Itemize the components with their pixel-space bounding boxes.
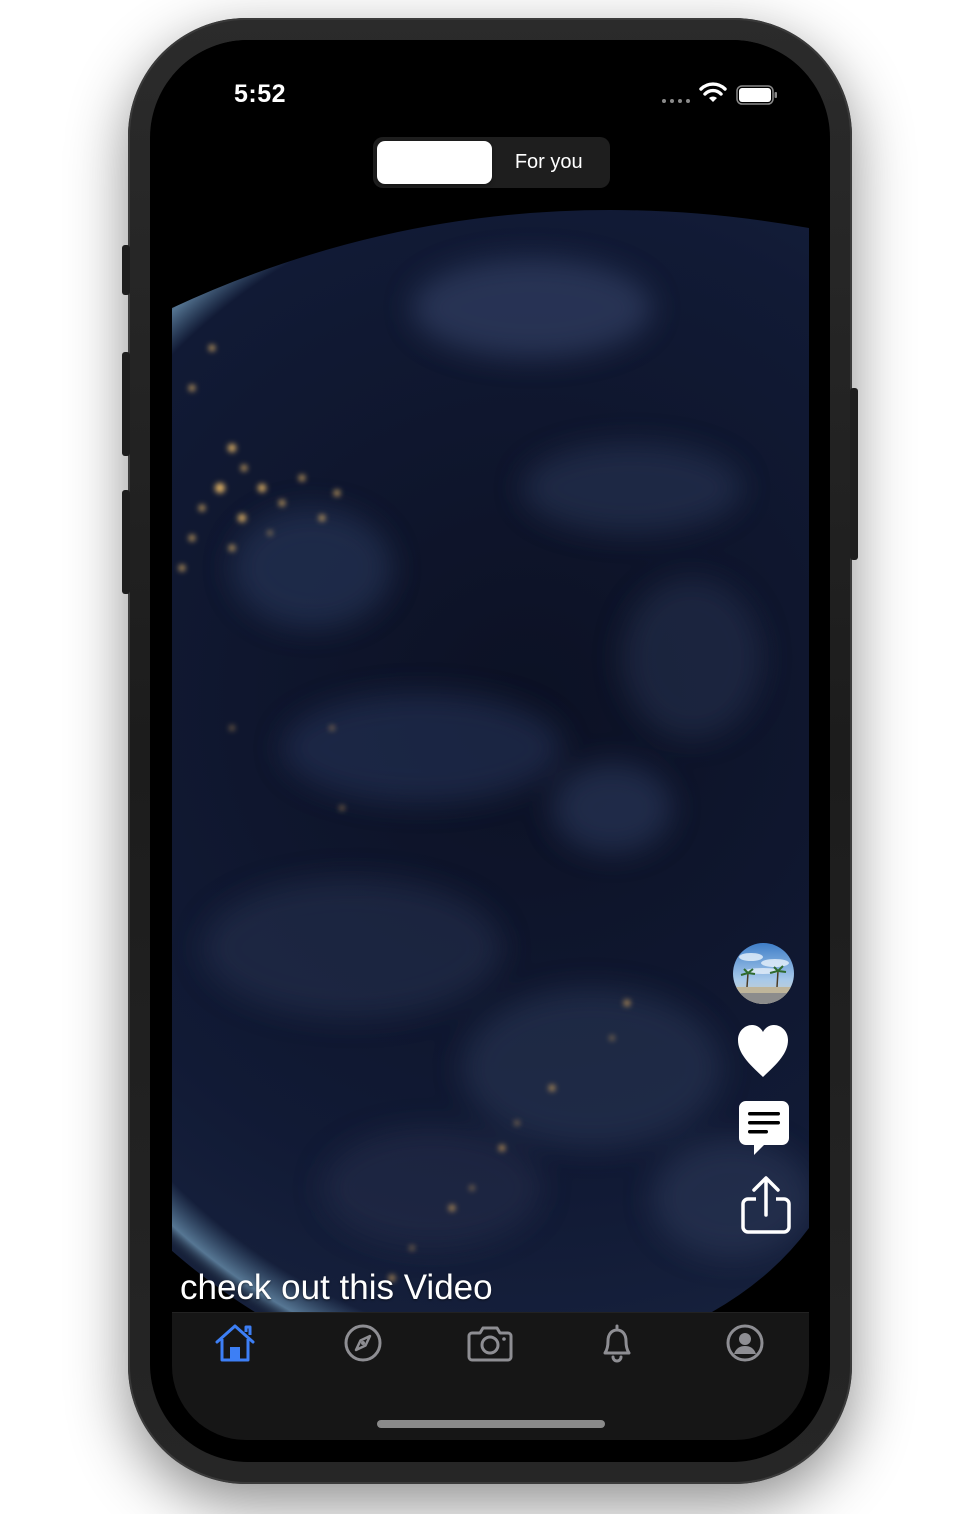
volume-down-button xyxy=(122,490,130,594)
tab-home[interactable] xyxy=(210,1321,260,1365)
video-player[interactable] xyxy=(172,188,809,1312)
video-caption: check out this Video xyxy=(180,1268,493,1307)
tab-camera[interactable] xyxy=(465,1321,515,1365)
tab-following[interactable] xyxy=(377,141,492,184)
comment-icon[interactable] xyxy=(738,1100,790,1163)
status-time: 5:52 xyxy=(234,80,287,108)
wifi-icon xyxy=(699,82,727,109)
share-icon[interactable] xyxy=(740,1175,792,1240)
camera-icon xyxy=(467,1326,513,1362)
tab-profile[interactable] xyxy=(720,1321,770,1365)
heart-icon[interactable] xyxy=(736,1023,790,1084)
tab-for-you[interactable]: For you xyxy=(492,141,607,184)
earth-video-frame xyxy=(172,188,809,1312)
battery-icon xyxy=(736,85,778,110)
profile-icon xyxy=(726,1324,764,1362)
device-frame: 5:52 For you check out this Video xyxy=(0,0,980,1514)
avatar[interactable] xyxy=(733,943,794,1004)
silent-switch xyxy=(122,245,130,295)
compass-icon xyxy=(344,1324,382,1362)
app-screen: 5:52 For you check out this Video xyxy=(172,40,809,1440)
bell-icon xyxy=(603,1324,631,1363)
home-indicator[interactable] xyxy=(377,1420,605,1428)
home-icon xyxy=(215,1324,255,1362)
tab-explore[interactable] xyxy=(338,1321,388,1365)
tab-notifications[interactable] xyxy=(592,1321,642,1365)
screen-bezel: 5:52 For you check out this Video xyxy=(150,40,830,1462)
cellular-signal-icon xyxy=(662,99,690,103)
feed-segmented-control: For you xyxy=(373,137,610,188)
volume-up-button xyxy=(122,352,130,456)
power-button xyxy=(850,388,858,560)
